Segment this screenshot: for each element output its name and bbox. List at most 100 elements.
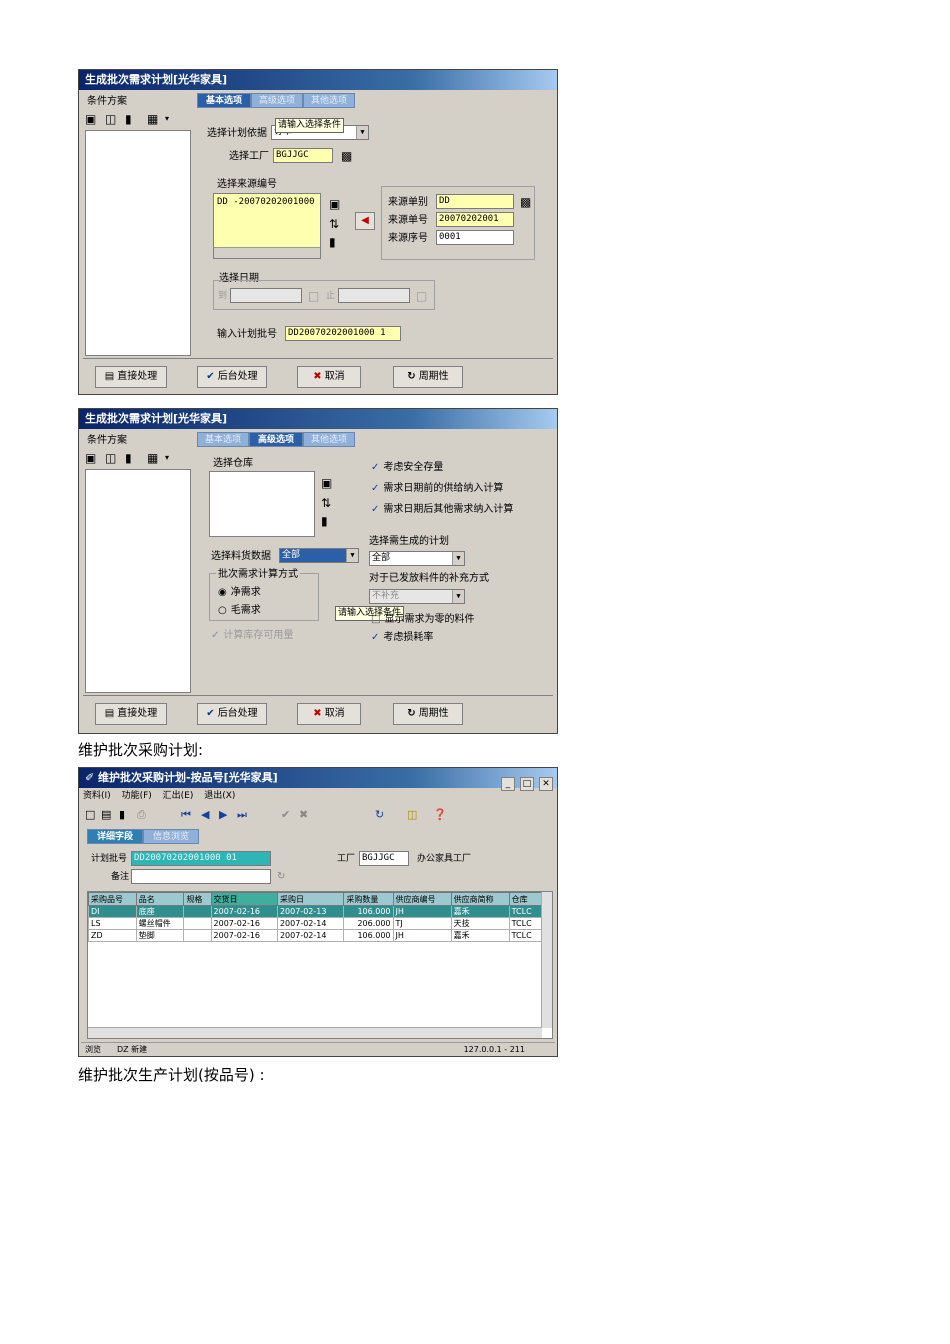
chevron-down-icon[interactable]: ▼ — [346, 549, 358, 562]
copy-icon[interactable]: ▣ — [321, 477, 332, 489]
tab-basic-options[interactable]: 基本选项 — [197, 93, 251, 108]
menu-function[interactable]: 功能(F) — [122, 791, 152, 801]
move-left-button[interactable]: ◀ — [355, 212, 375, 230]
cell[interactable]: TJ — [392, 917, 452, 930]
periodic-button[interactable]: ↻ 周期性 — [393, 703, 463, 725]
tab-info-browse[interactable]: 信息浏览 — [143, 829, 199, 844]
stock-available-checkbox[interactable]: ✓ 计算库存可用量 — [211, 629, 293, 642]
cell[interactable]: 天技 — [450, 917, 510, 930]
show-zero-demand-checkbox[interactable]: □ 显示需求为零的料件 — [371, 613, 474, 626]
col-purchase-date[interactable]: 采购日 — [276, 892, 345, 906]
open-folder-icon[interactable]: ◫ — [105, 113, 116, 125]
cancel-icon[interactable]: ✖ — [299, 808, 308, 822]
help-icon[interactable]: ❓ — [433, 808, 447, 822]
scheme-list[interactable] — [85, 469, 191, 693]
refresh-small-icon[interactable]: ↻ — [277, 871, 285, 883]
last-record-icon[interactable]: ⏭ — [237, 808, 247, 822]
first-record-icon[interactable]: ⏮ — [181, 808, 191, 822]
calendar-icon[interactable]: □ — [308, 290, 319, 302]
save-icon[interactable]: ▣ — [85, 113, 96, 125]
cancel-button[interactable]: ✖ 取消 — [297, 366, 361, 388]
cell[interactable]: 嘉禾 — [450, 929, 510, 942]
gross-demand-radio[interactable]: ○ 毛需求 — [218, 604, 261, 617]
col-spec[interactable]: 规格 — [183, 892, 212, 906]
tab-advanced-options[interactable]: 高级选项 — [251, 93, 303, 108]
batch-no-field[interactable]: DD20070202001000 01 — [131, 851, 271, 866]
tab-other-options[interactable]: 其他选项 — [303, 432, 355, 447]
cell[interactable]: ZD — [88, 929, 137, 942]
delete-icon[interactable]: ▮ — [125, 452, 132, 464]
sort-icon[interactable]: ⇅ — [321, 497, 331, 509]
grid-view-icon[interactable]: ▦ — [147, 452, 158, 464]
loss-rate-checkbox[interactable]: ✓ 考虑损耗率 — [371, 631, 433, 644]
source-no2-field[interactable]: 20070202001 — [436, 212, 514, 227]
cell[interactable]: 106.000 — [343, 929, 394, 942]
warehouse-list[interactable] — [209, 471, 315, 537]
cell[interactable]: 206.000 — [343, 917, 394, 930]
cell[interactable]: 螺丝帽件 — [135, 917, 185, 930]
dropdown-arrow-icon[interactable]: ▾ — [165, 113, 169, 125]
background-process-button[interactable]: ✔ 后台处理 — [197, 703, 267, 725]
cell[interactable]: 106.000 — [343, 905, 394, 918]
cell[interactable] — [183, 917, 212, 930]
vertical-scrollbar[interactable] — [541, 892, 552, 1028]
menu-exit[interactable]: 退出(X) — [204, 791, 235, 801]
col-item-name[interactable]: 品名 — [135, 892, 185, 906]
folder-icon[interactable]: ◫ — [407, 808, 417, 822]
factory-field[interactable]: BGJJGC — [359, 851, 409, 866]
remark-field[interactable] — [131, 869, 271, 884]
sort-icon[interactable]: ⇅ — [329, 218, 339, 230]
factory-field[interactable]: BGJJGC — [273, 148, 333, 163]
safety-stock-checkbox[interactable]: ✓ 考虑安全存量 — [371, 461, 443, 474]
new-icon[interactable]: □ — [85, 808, 95, 822]
col-supplier-name[interactable]: 供应商简称 — [450, 892, 510, 906]
previous-record-icon[interactable]: ◀ — [201, 808, 209, 822]
col-item-no[interactable]: 采购品号 — [88, 892, 137, 906]
periodic-button[interactable]: ↻ 周期性 — [393, 366, 463, 388]
cell[interactable] — [183, 905, 212, 918]
horizontal-scrollbar[interactable] — [214, 247, 320, 258]
detail-grid[interactable]: 采购品号 品名 规格 交货日 采购日 采购数量 供应商编号 供应商简称 仓库 D… — [87, 891, 553, 1039]
refresh-icon[interactable]: ↻ — [375, 808, 384, 822]
supplement-select[interactable]: 不补充 ▼ — [369, 589, 465, 604]
table-row[interactable]: ZD 垫脚 2007-02-16 2007-02-14 106.000 JH 嘉… — [88, 929, 543, 942]
source-list-item[interactable]: DD -20070202001000 — [217, 196, 315, 209]
col-warehouse[interactable]: 仓库 — [508, 892, 543, 906]
source-seq-field[interactable]: 0001 — [436, 230, 514, 245]
direct-process-button[interactable]: ▤ 直接处理 — [95, 366, 167, 388]
minimize-button[interactable]: _ — [500, 777, 515, 791]
cell[interactable]: 2007-02-14 — [276, 929, 345, 942]
table-row[interactable]: DI 底座 2007-02-16 2007-02-13 106.000 JH 嘉… — [88, 905, 543, 918]
tab-advanced-options[interactable]: 高级选项 — [249, 432, 303, 447]
generate-plan-select[interactable]: 全部 ▼ — [369, 551, 465, 566]
next-record-icon[interactable]: ▶ — [219, 808, 227, 822]
cell[interactable]: 底座 — [135, 905, 185, 918]
date-to-field[interactable] — [338, 288, 410, 303]
chevron-down-icon[interactable]: ▼ — [452, 590, 464, 603]
material-select[interactable]: 全部 ▼ — [279, 548, 359, 563]
chevron-down-icon[interactable]: ▼ — [452, 552, 464, 565]
delete-icon[interactable]: ▮ — [119, 808, 125, 822]
dropdown-arrow-icon[interactable]: ▾ — [165, 452, 169, 464]
cell[interactable]: TCLC — [508, 929, 543, 942]
table-row[interactable]: LS 螺丝帽件 2007-02-16 2007-02-14 206.000 TJ… — [88, 917, 543, 930]
horizontal-scrollbar[interactable] — [88, 1027, 542, 1038]
trash-icon[interactable]: ▮ — [329, 236, 336, 248]
cell[interactable]: TCLC — [508, 905, 543, 918]
chevron-down-icon[interactable]: ▼ — [356, 126, 368, 139]
trash-icon[interactable]: ▮ — [321, 515, 328, 527]
source-type-field[interactable]: DD — [436, 194, 514, 209]
cell[interactable]: DI — [88, 905, 137, 918]
batch-no-field[interactable]: DD20070202001000 1 — [285, 326, 401, 341]
tab-other-options[interactable]: 其他选项 — [303, 93, 355, 108]
cell[interactable] — [183, 929, 212, 942]
cell[interactable]: LS — [88, 917, 137, 930]
cell[interactable]: JH — [392, 929, 452, 942]
cell[interactable]: TCLC — [508, 917, 543, 930]
cell[interactable]: 2007-02-16 — [210, 917, 278, 930]
cancel-button[interactable]: ✖ 取消 — [297, 703, 361, 725]
cell[interactable]: 2007-02-13 — [276, 905, 345, 918]
col-delivery-date[interactable]: 交货日 — [210, 892, 278, 906]
background-process-button[interactable]: ✔ 后台处理 — [197, 366, 267, 388]
grid-view-icon[interactable]: ▦ — [147, 113, 158, 125]
